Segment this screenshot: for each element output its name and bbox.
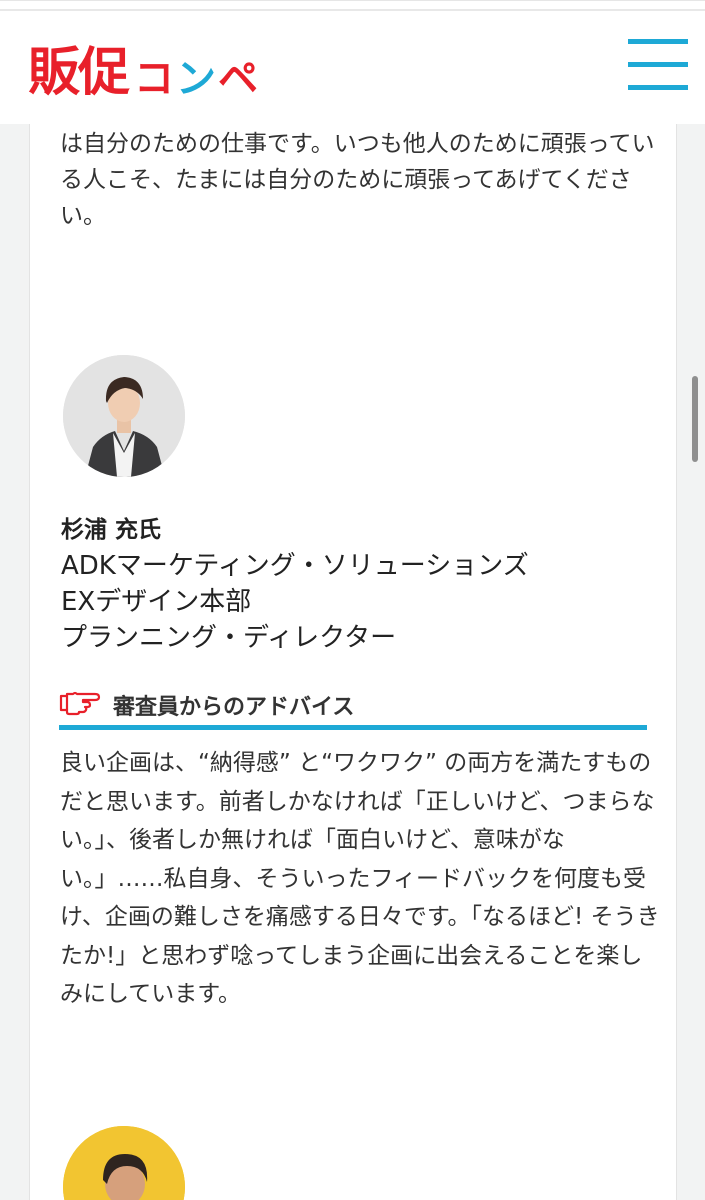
logo-char: 促 [78,43,131,103]
page: 販 促 コ ン ペ は自分のための仕事です。いつも他人のために頑張っている人こそ… [0,0,705,1200]
logo-char: コ [134,56,175,102]
judge-company: ADKマーケティング・ソリューションズ [61,551,529,581]
judge-name: 杉浦 充氏 [61,517,162,543]
site-header: 販 促 コ ン ペ [0,0,705,124]
judge-portrait-icon [63,355,185,477]
content-card: は自分のための仕事です。いつも他人のために頑張っている人こそ、たまには自分のため… [29,124,677,1200]
judge-department: EXデザイン本部 [61,587,252,617]
hamburger-menu-icon[interactable] [628,39,688,93]
top-divider [0,9,705,11]
judge-portrait-icon [63,1126,185,1200]
logo-char: ペ [218,56,259,102]
menu-bar [628,85,688,90]
portrait-illustration [63,1126,185,1200]
menu-bar [628,39,688,44]
advice-heading-text: 審査員からのアドバイス [113,695,355,720]
scrollbar-thumb[interactable] [692,376,698,462]
menu-bar [628,62,688,67]
judge-position: プランニング・ディレクター [61,623,397,653]
portrait-illustration [63,355,185,477]
advice-paragraph: 良い企画は、“納得感” と“ワクワク” の両方を満たすものだと思います。前者しか… [60,750,660,1007]
site-logo[interactable]: 販 促 コ ン ペ [28,39,258,99]
pointing-hand-icon [59,691,101,716]
intro-paragraph: は自分のための仕事です。いつも他人のために頑張っている人こそ、たまには自分のため… [60,131,655,229]
logo-char: 販 [28,43,81,103]
advice-heading: 審査員からのアドバイス [59,684,647,730]
logo-char: ン [176,56,217,102]
